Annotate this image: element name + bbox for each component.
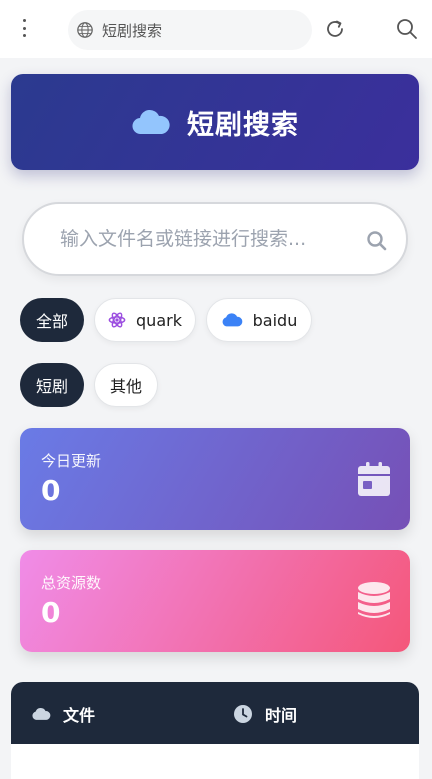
stat-card-today: 今日更新 0	[20, 428, 410, 530]
filter-chip-all[interactable]: 全部	[20, 298, 84, 342]
more-menu-icon[interactable]	[14, 16, 34, 40]
category-chip-other[interactable]: 其他	[94, 363, 158, 407]
search-box	[22, 202, 408, 276]
chip-label: 其他	[109, 377, 142, 396]
database-icon	[358, 582, 390, 618]
atom-icon	[108, 312, 126, 328]
browser-toolbar: 短剧搜索	[0, 0, 432, 58]
table-header: 文件 时间	[11, 682, 419, 744]
reload-icon[interactable]	[324, 18, 346, 40]
column-label: 文件	[63, 706, 96, 725]
cloud-icon	[132, 109, 170, 135]
calendar-icon	[358, 462, 390, 496]
page-header: 短剧搜索	[11, 74, 419, 170]
stat-label: 总资源数	[41, 574, 102, 592]
stat-card-total: 总资源数 0	[20, 550, 410, 652]
search-icon[interactable]	[396, 18, 418, 40]
filter-chip-quark[interactable]: quark	[94, 298, 196, 342]
chip-label: quark	[136, 310, 182, 330]
address-text: 短剧搜索	[102, 21, 163, 40]
address-bar[interactable]: 短剧搜索	[68, 10, 312, 50]
stat-value: 0	[41, 474, 61, 507]
stat-label: 今日更新	[41, 452, 102, 470]
chip-label: 短剧	[35, 377, 68, 396]
clock-icon	[234, 705, 252, 723]
globe-icon	[77, 22, 93, 38]
search-input[interactable]	[60, 228, 350, 250]
column-label: 时间	[265, 706, 298, 725]
cloud-icon	[222, 313, 242, 327]
search-icon[interactable]	[366, 230, 388, 252]
column-header-time[interactable]: 时间	[233, 702, 297, 726]
category-chip-short-drama[interactable]: 短剧	[20, 363, 84, 407]
chip-label: baidu	[252, 310, 298, 330]
page-title: 短剧搜索	[187, 109, 299, 141]
stat-value: 0	[41, 596, 61, 629]
filter-chip-baidu[interactable]: baidu	[206, 298, 312, 342]
chip-label: 全部	[35, 312, 68, 331]
cloud-icon	[32, 708, 51, 720]
column-header-file[interactable]: 文件	[31, 702, 95, 726]
results-table: 文件 时间	[11, 682, 419, 779]
